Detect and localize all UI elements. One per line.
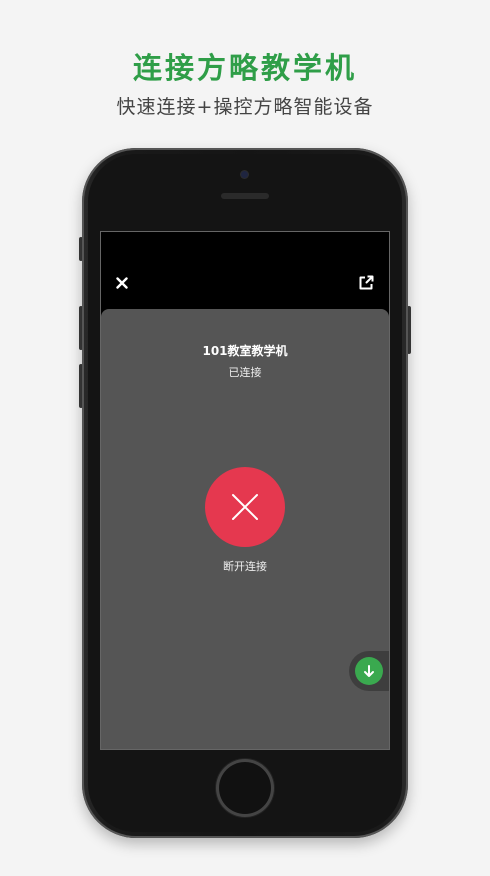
earpiece-speaker <box>221 193 269 199</box>
connection-status: 已连接 <box>228 366 262 379</box>
top-bar <box>101 232 389 310</box>
promo-title: 连接方略教学机 <box>132 51 357 85</box>
device-name: 101教室教学机 <box>202 344 288 358</box>
arrow-down-icon <box>364 665 374 677</box>
floating-download-button[interactable] <box>355 657 383 685</box>
connection-panel: 101教室教学机 已连接 断开连接 <box>101 309 389 749</box>
close-icon <box>116 277 128 289</box>
external-link-icon <box>359 275 374 290</box>
home-button[interactable] <box>219 762 271 814</box>
x-icon <box>232 494 258 520</box>
promo-page: 连接方略教学机 快速连接+操控方略智能设备 101教室教学机 已连接 断开连接 <box>0 0 490 876</box>
disconnect-button[interactable] <box>205 467 285 547</box>
front-camera <box>241 171 248 178</box>
disconnect-label: 断开连接 <box>223 560 267 573</box>
external-link-button[interactable] <box>354 271 378 295</box>
promo-subtitle: 快速连接+操控方略智能设备 <box>116 96 374 118</box>
close-button[interactable] <box>110 271 134 295</box>
phone-screen: 101教室教学机 已连接 断开连接 <box>101 232 389 749</box>
